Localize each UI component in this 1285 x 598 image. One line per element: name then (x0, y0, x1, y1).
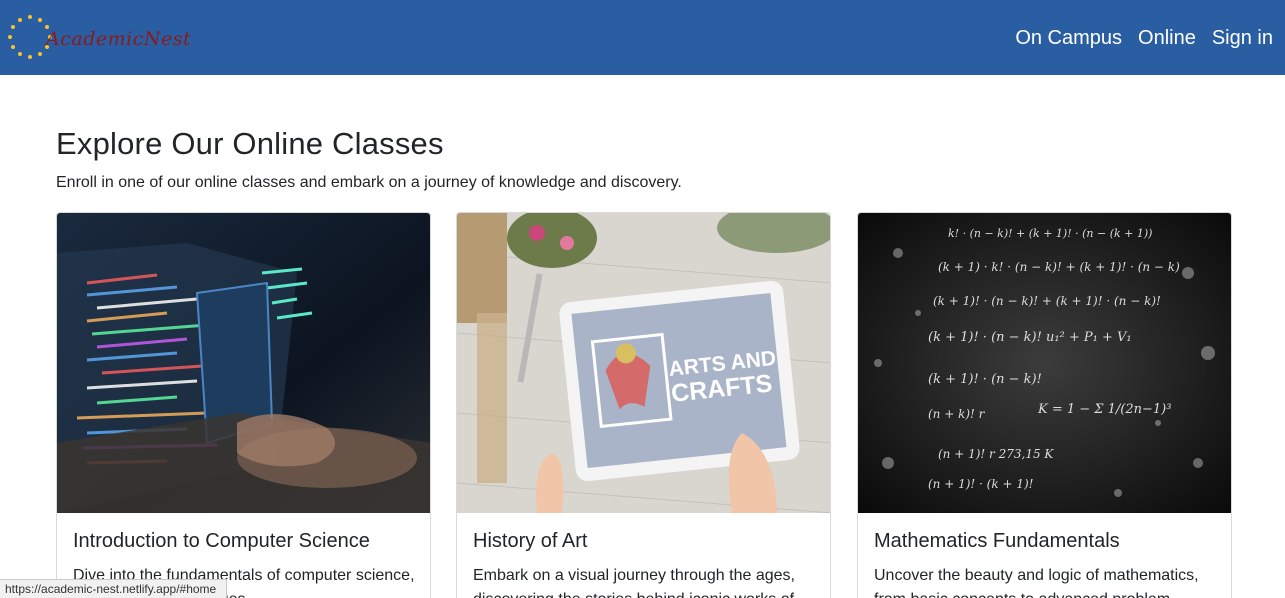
svg-text:(k + 1)! · (n − k)! + (k + 1)!: (k + 1)! · (n − k)! + (k + 1)! · (n − k)… (933, 294, 1161, 308)
brand-logo[interactable]: AcademicNest (8, 10, 191, 64)
nav-sign-in[interactable]: Sign in (1212, 25, 1273, 51)
page-title: Explore Our Online Classes (56, 126, 444, 161)
brand-name: AcademicNest (46, 28, 192, 50)
svg-text:(k + 1) · k! · (n − k)! + (k +: (k + 1) · k! · (n − k)! + (k + 1)! · (n … (938, 260, 1180, 274)
arts-and-crafts-tablet-image: ARTS AND CRAFTS (457, 213, 830, 513)
svg-text:(n + 1)! · (k + 1)!: (n + 1)! · (k + 1)! (928, 477, 1034, 491)
svg-text:(k + 1)! · (n − k)! u₁² + P: (k + 1)! · (n − k)! u₁² + P₁ + V₁ (928, 330, 1132, 345)
card-title: Mathematics Fundamentals (874, 530, 1120, 552)
course-card-mathematics[interactable]: k! · (n − k)! + (k + 1)! · (n − (k + 1))… (857, 212, 1232, 598)
course-card-computer-science[interactable]: Introduction to Computer Science Dive in… (56, 212, 431, 598)
svg-text:(n + k)! r: (n + k)! r (928, 407, 986, 421)
laptop-code-image (57, 213, 430, 513)
card-text: Uncover the beauty and logic of mathemat… (874, 567, 1199, 598)
course-card-history-of-art[interactable]: ARTS AND CRAFTS History of Art Embark on… (456, 212, 831, 598)
top-navbar: AcademicNest On Campus Online Sign in (0, 0, 1285, 75)
logo-star (28, 55, 32, 59)
nav-online[interactable]: Online (1138, 25, 1196, 51)
logo-star (18, 52, 22, 57)
svg-text:(k + 1)! · (n − k)!: (k + 1)! · (n − k)! (928, 372, 1042, 387)
page-subtitle: Enroll in one of our online classes and … (56, 174, 682, 191)
nav-links: On Campus Online Sign in (1015, 25, 1273, 51)
nav-on-campus[interactable]: On Campus (1015, 25, 1122, 51)
logo-star (10, 25, 15, 29)
svg-text:K = 1 − Σ 1/(2n−1)³: K = 1 − Σ 1/(2n−1)³ (1037, 402, 1171, 417)
logo-star (8, 35, 12, 39)
card-title: History of Art (473, 530, 588, 552)
link-hover-status-url: https://academic-nest.netlify.app/#home (0, 579, 228, 598)
card-title: Introduction to Computer Science (73, 530, 370, 552)
svg-text:(n + 1)! r 273,15 K: (n + 1)! r 273,15 K (938, 447, 1054, 461)
logo-star (38, 17, 42, 22)
card-text: Embark on a visual journey through the a… (473, 567, 795, 598)
svg-text:k! · (n − k)! + (k + 1)! · (n: k! · (n − k)! + (k + 1)! · (n − (k + 1)) (948, 227, 1152, 240)
logo-star (28, 15, 32, 19)
logo-star (10, 45, 15, 49)
math-formulas-image: k! · (n − k)! + (k + 1)! · (n − (k + 1))… (858, 213, 1231, 513)
logo-star (18, 17, 22, 22)
logo-star (38, 52, 42, 57)
